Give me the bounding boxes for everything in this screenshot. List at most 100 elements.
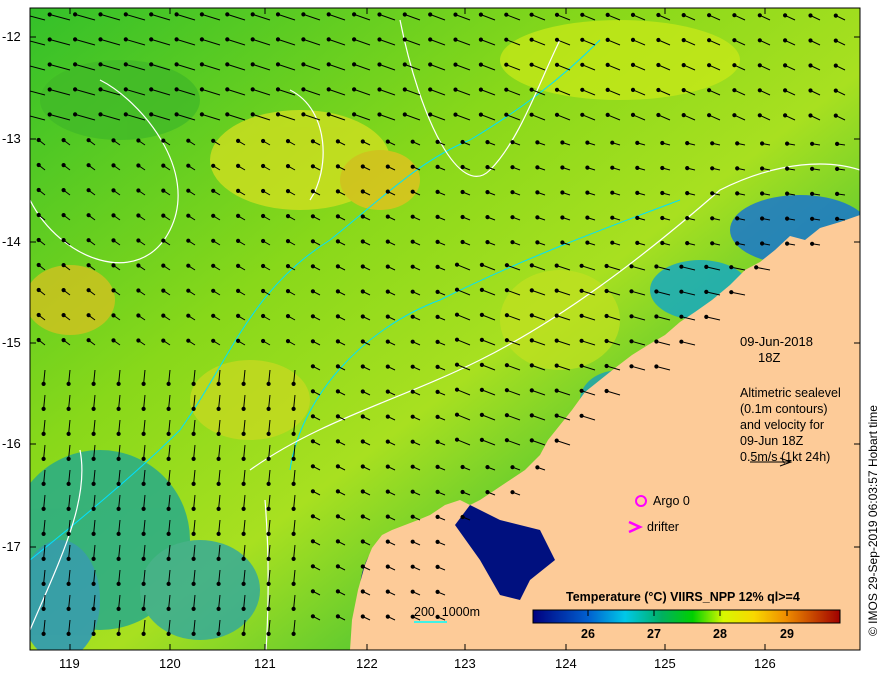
velocity-arrow-head [225, 37, 230, 42]
velocity-arrow-head [86, 138, 91, 143]
colorbar-tick: 28 [713, 627, 727, 641]
velocity-arrow-head [681, 13, 686, 18]
velocity-arrow-head [385, 339, 390, 344]
velocity-arrow-head [580, 12, 585, 17]
velocity-arrow-head [729, 290, 734, 295]
velocity-arrow-head [166, 431, 171, 436]
velocity-arrow-head [560, 190, 565, 195]
velocity-arrow-head [250, 12, 255, 17]
velocity-arrow-head [236, 213, 241, 218]
velocity-arrow-head [186, 338, 191, 343]
velocity-arrow-head [535, 165, 540, 170]
velocity-arrow-head [335, 564, 340, 569]
velocity-arrow-head [66, 506, 71, 511]
velocity-arrow-head [504, 313, 509, 318]
velocity-arrow-head [833, 113, 838, 118]
velocity-arrow-head [735, 166, 740, 171]
velocity-arrow-head [310, 564, 315, 569]
velocity-arrow-head [236, 138, 241, 143]
velocity-arrow-head [554, 413, 559, 418]
velocity-arrow-head [385, 364, 390, 369]
velocity-arrow-head [211, 288, 216, 293]
velocity-arrow-head [360, 464, 365, 469]
velocity-arrow-head [191, 556, 196, 562]
velocity-arrow-head [86, 313, 91, 318]
velocity-arrow-head [410, 414, 415, 419]
velocity-arrow-head [241, 481, 246, 486]
velocity-arrow-head [385, 564, 390, 569]
velocity-arrow-head [460, 164, 465, 170]
velocity-arrow-head [360, 589, 365, 594]
velocity-arrow-head [335, 289, 340, 294]
velocity-arrow-head [310, 314, 315, 319]
velocity-arrow-head [485, 215, 490, 220]
velocity-arrow-head [291, 381, 296, 386]
velocity-arrow-head [166, 581, 171, 587]
velocity-arrow-head [435, 339, 440, 344]
velocity-arrow-head [605, 37, 610, 43]
velocity-arrow-head [504, 62, 509, 67]
velocity-arrow-head [385, 514, 390, 519]
velocity-arrow-head [833, 63, 838, 68]
velocity-arrow-head [808, 63, 813, 68]
velocity-arrow-head [377, 12, 382, 17]
velocity-arrow-head [23, 38, 26, 41]
velocity-arrow-head [141, 631, 146, 637]
velocity-arrow-head [735, 141, 740, 146]
velocity-arrow-head [41, 581, 46, 587]
velocity-arrow-head [291, 406, 296, 411]
velocity-arrow-head [211, 138, 216, 143]
velocity-arrow-head [660, 190, 665, 196]
velocity-arrow-head [186, 238, 191, 243]
velocity-arrow-head [41, 406, 46, 411]
velocity-arrow-head [216, 531, 221, 537]
velocity-arrow-head [199, 12, 204, 17]
velocity-arrow-head [454, 312, 460, 317]
velocity-arrow-head [301, 87, 306, 92]
velocity-arrow-head [529, 112, 534, 117]
velocity-arrow-head [275, 12, 281, 17]
velocity-arrow-head [66, 381, 71, 386]
velocity-arrow-head [656, 87, 661, 93]
velocity-arrow-head [760, 241, 765, 246]
velocity-arrow-head [629, 289, 634, 294]
velocity-arrow-head [111, 338, 116, 343]
velocity-arrow-head [360, 339, 365, 344]
velocity-arrow-head [261, 188, 266, 194]
velocity-arrow-head [141, 506, 146, 511]
velocity-arrow-head [47, 12, 52, 17]
velocity-arrow-head [485, 165, 490, 170]
velocity-arrow-head [385, 439, 390, 444]
velocity-arrow-head [166, 606, 171, 612]
velocity-arrow-head [73, 62, 78, 67]
velocity-arrow-head [91, 381, 96, 386]
velocity-arrow-head [149, 87, 154, 92]
velocity-arrow-head [301, 62, 306, 67]
velocity-arrow-head [629, 364, 634, 369]
velocity-arrow-head [66, 481, 71, 486]
velocity-arrow-head [191, 456, 196, 461]
velocity-arrow-head [335, 414, 340, 419]
velocity-arrow-head [216, 481, 221, 486]
latitude-tick-label: -15 [2, 335, 21, 350]
velocity-arrow-head [410, 264, 415, 269]
velocity-arrow-head [335, 214, 340, 219]
velocity-arrow-head [635, 140, 640, 145]
latitude-tick-label: -13 [2, 131, 21, 146]
velocity-arrow-head [335, 464, 340, 469]
velocity-arrow-head [275, 37, 281, 42]
velocity-arrow-head [86, 263, 91, 268]
longitude-tick-label: 119 [59, 656, 80, 671]
velocity-arrow-head [402, 37, 407, 42]
velocity-arrow-head [310, 589, 315, 594]
velocity-arrow-head [435, 464, 440, 469]
velocity-arrow-head [454, 262, 460, 267]
velocity-arrow-head [685, 241, 690, 246]
velocity-arrow-head [385, 289, 390, 294]
velocity-arrow-head [335, 264, 340, 269]
velocity-arrow-head [554, 37, 560, 42]
velocity-arrow-head [435, 364, 440, 369]
velocity-arrow-head [554, 263, 559, 268]
velocity-arrow-head [783, 63, 788, 68]
velocity-arrow-head [360, 414, 365, 419]
